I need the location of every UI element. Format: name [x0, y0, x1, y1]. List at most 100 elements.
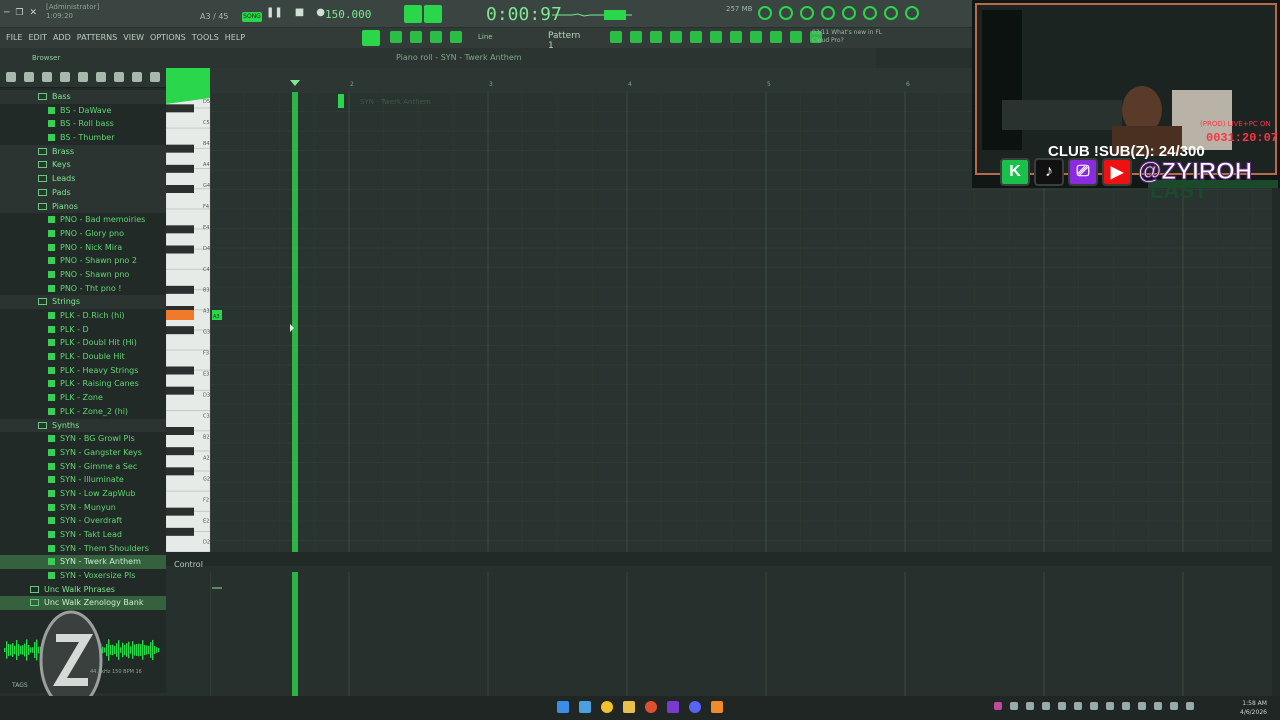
stamp-icon[interactable]: [450, 31, 462, 43]
tray-bt-icon[interactable]: [1122, 702, 1130, 710]
audio-icon[interactable]: [96, 72, 106, 82]
folder-icon[interactable]: [42, 72, 52, 82]
download-icon[interactable]: [905, 6, 919, 20]
tray-net-icon[interactable]: [1074, 702, 1082, 710]
menu-add[interactable]: ADD: [53, 33, 71, 42]
restore-icon[interactable]: ❐: [15, 8, 23, 18]
globe-icon[interactable]: [132, 72, 142, 82]
refresh-icon[interactable]: [758, 6, 772, 20]
tools-icon[interactable]: [750, 31, 762, 43]
menu-options[interactable]: OPTIONS: [150, 33, 186, 42]
plugin-icon[interactable]: [842, 6, 856, 20]
menu-patterns[interactable]: PATTERNS: [77, 33, 117, 42]
cloud-icon[interactable]: [790, 31, 802, 43]
browser-file[interactable]: PLK - Double Hit: [0, 350, 166, 364]
volume-icon[interactable]: [1170, 702, 1178, 710]
person-icon[interactable]: [114, 72, 124, 82]
browser-folder[interactable]: Synths: [0, 418, 166, 433]
browser-file[interactable]: PLK - D.Rich (hi): [0, 309, 166, 323]
channel-rack-icon[interactable]: [884, 6, 898, 20]
browser-file[interactable]: SYN - Munyun: [0, 501, 166, 515]
browser-file[interactable]: BS - DaWave: [0, 104, 166, 118]
browser-file[interactable]: BS - Thumber: [0, 131, 166, 145]
browser-folder[interactable]: Keys: [0, 158, 166, 173]
browser-file[interactable]: PLK - Doubl Hit (Hi): [0, 336, 166, 350]
tray-cloud-icon[interactable]: [1138, 702, 1146, 710]
metronome-button[interactable]: [424, 5, 442, 23]
browser-file[interactable]: SYN - Twerk Anthem: [0, 555, 166, 570]
mixer-icon[interactable]: [800, 6, 814, 20]
pencil-icon[interactable]: [410, 31, 422, 43]
discord-icon[interactable]: [689, 701, 701, 713]
menu-view[interactable]: VIEW: [123, 33, 144, 42]
browser-file[interactable]: SYN - Illuminate: [0, 473, 166, 487]
browser-folder[interactable]: Pianos: [0, 199, 166, 214]
star-icon[interactable]: [150, 72, 160, 82]
browser-icon[interactable]: [645, 701, 657, 713]
arrow-icon[interactable]: [390, 31, 402, 43]
record-icon[interactable]: ●: [316, 7, 325, 18]
browser-window-icon[interactable]: [710, 31, 722, 43]
browser-folder[interactable]: Brass: [0, 144, 166, 159]
control-selector[interactable]: Control: [174, 560, 203, 569]
browser-file[interactable]: PNO - Tht pno !: [0, 282, 166, 296]
chrome-icon[interactable]: [601, 701, 613, 713]
export-icon[interactable]: [770, 31, 782, 43]
file-explorer-icon[interactable]: [579, 701, 591, 713]
pattern-song-toggle[interactable]: [362, 30, 380, 46]
plugin-db-icon[interactable]: [730, 31, 742, 43]
browser-file[interactable]: BS - Roll bass: [0, 117, 166, 131]
browser-file[interactable]: SYN - Gangster Keys: [0, 446, 166, 460]
tray-app-icon[interactable]: [994, 702, 1002, 710]
brush-icon[interactable]: [430, 31, 442, 43]
browser-folder[interactable]: Pads: [0, 185, 166, 200]
menu-edit[interactable]: EDIT: [28, 33, 46, 42]
browser-file[interactable]: SYN - Gimme a Sec: [0, 460, 166, 474]
tray-gamepad-icon[interactable]: [1106, 702, 1114, 710]
close-icon[interactable]: ✕: [30, 8, 38, 18]
tray-record-icon[interactable]: [1042, 702, 1050, 710]
menu-file[interactable]: FILE: [6, 33, 22, 42]
tray-mic-icon[interactable]: [1026, 702, 1034, 710]
menu-tools[interactable]: TOOLS: [192, 33, 219, 42]
snap-line-label[interactable]: Line: [478, 33, 493, 41]
tempo-display[interactable]: 150.000: [325, 8, 371, 21]
browser-file[interactable]: PLK - Zone: [0, 391, 166, 405]
browser-file[interactable]: PLK - Heavy Strings: [0, 364, 166, 378]
forward-icon[interactable]: [78, 72, 88, 82]
browser-toggle-icon[interactable]: [863, 6, 877, 20]
browser-file[interactable]: PLK - D: [0, 323, 166, 337]
battery-icon[interactable]: [1186, 702, 1194, 710]
back-icon[interactable]: [60, 72, 70, 82]
browser-file[interactable]: SYN - Voxersize Pls: [0, 569, 166, 583]
obs-icon[interactable]: [667, 701, 679, 713]
browser-title[interactable]: Browser: [0, 48, 166, 68]
browser-file[interactable]: SYN - Low ZapWub: [0, 487, 166, 501]
piano-roll-icon[interactable]: [630, 31, 642, 43]
browser-file[interactable]: PNO - Shawn pno 2: [0, 254, 166, 268]
playlist-icon[interactable]: [610, 31, 622, 43]
browser-file[interactable]: SYN - Takt Lead: [0, 528, 166, 542]
mixer-window-icon[interactable]: [670, 31, 682, 43]
stop-icon[interactable]: ■: [295, 7, 304, 18]
fl-studio-icon[interactable]: [711, 701, 723, 713]
browser-folder[interactable]: Bass: [0, 90, 166, 104]
browser-file[interactable]: PNO - Nick Mira: [0, 241, 166, 255]
browser-file[interactable]: SYN - Them Shoulders: [0, 542, 166, 556]
tags-button[interactable]: TAGS: [12, 682, 28, 689]
settings-icon[interactable]: [779, 6, 793, 20]
wifi-icon[interactable]: [1154, 702, 1162, 710]
browser-file[interactable]: SYN - Overdraft: [0, 514, 166, 528]
browser-file[interactable]: PNO - Bad memoiries: [0, 213, 166, 227]
menu-help[interactable]: HELP: [225, 33, 245, 42]
system-clock[interactable]: 1:58 AM 4/6/2026: [1240, 699, 1267, 717]
help-icon[interactable]: [821, 6, 835, 20]
news-panel[interactable]: 03/11 What's new in FL Cloud Pro?: [812, 29, 892, 45]
browser-file[interactable]: PNO - Glory pno: [0, 227, 166, 241]
start-icon[interactable]: [557, 701, 569, 713]
browser-file[interactable]: PLK - Zone_2 (hi): [0, 405, 166, 419]
filter-icon[interactable]: [24, 72, 34, 82]
browser-folder[interactable]: Strings: [0, 295, 166, 309]
pattern-mode-button[interactable]: [404, 5, 422, 23]
piano-keyboard[interactable]: E5D5C5B4A4G4F4E4D4C4B3A3G3F3E3D3C3B2A2G2…: [166, 68, 210, 552]
